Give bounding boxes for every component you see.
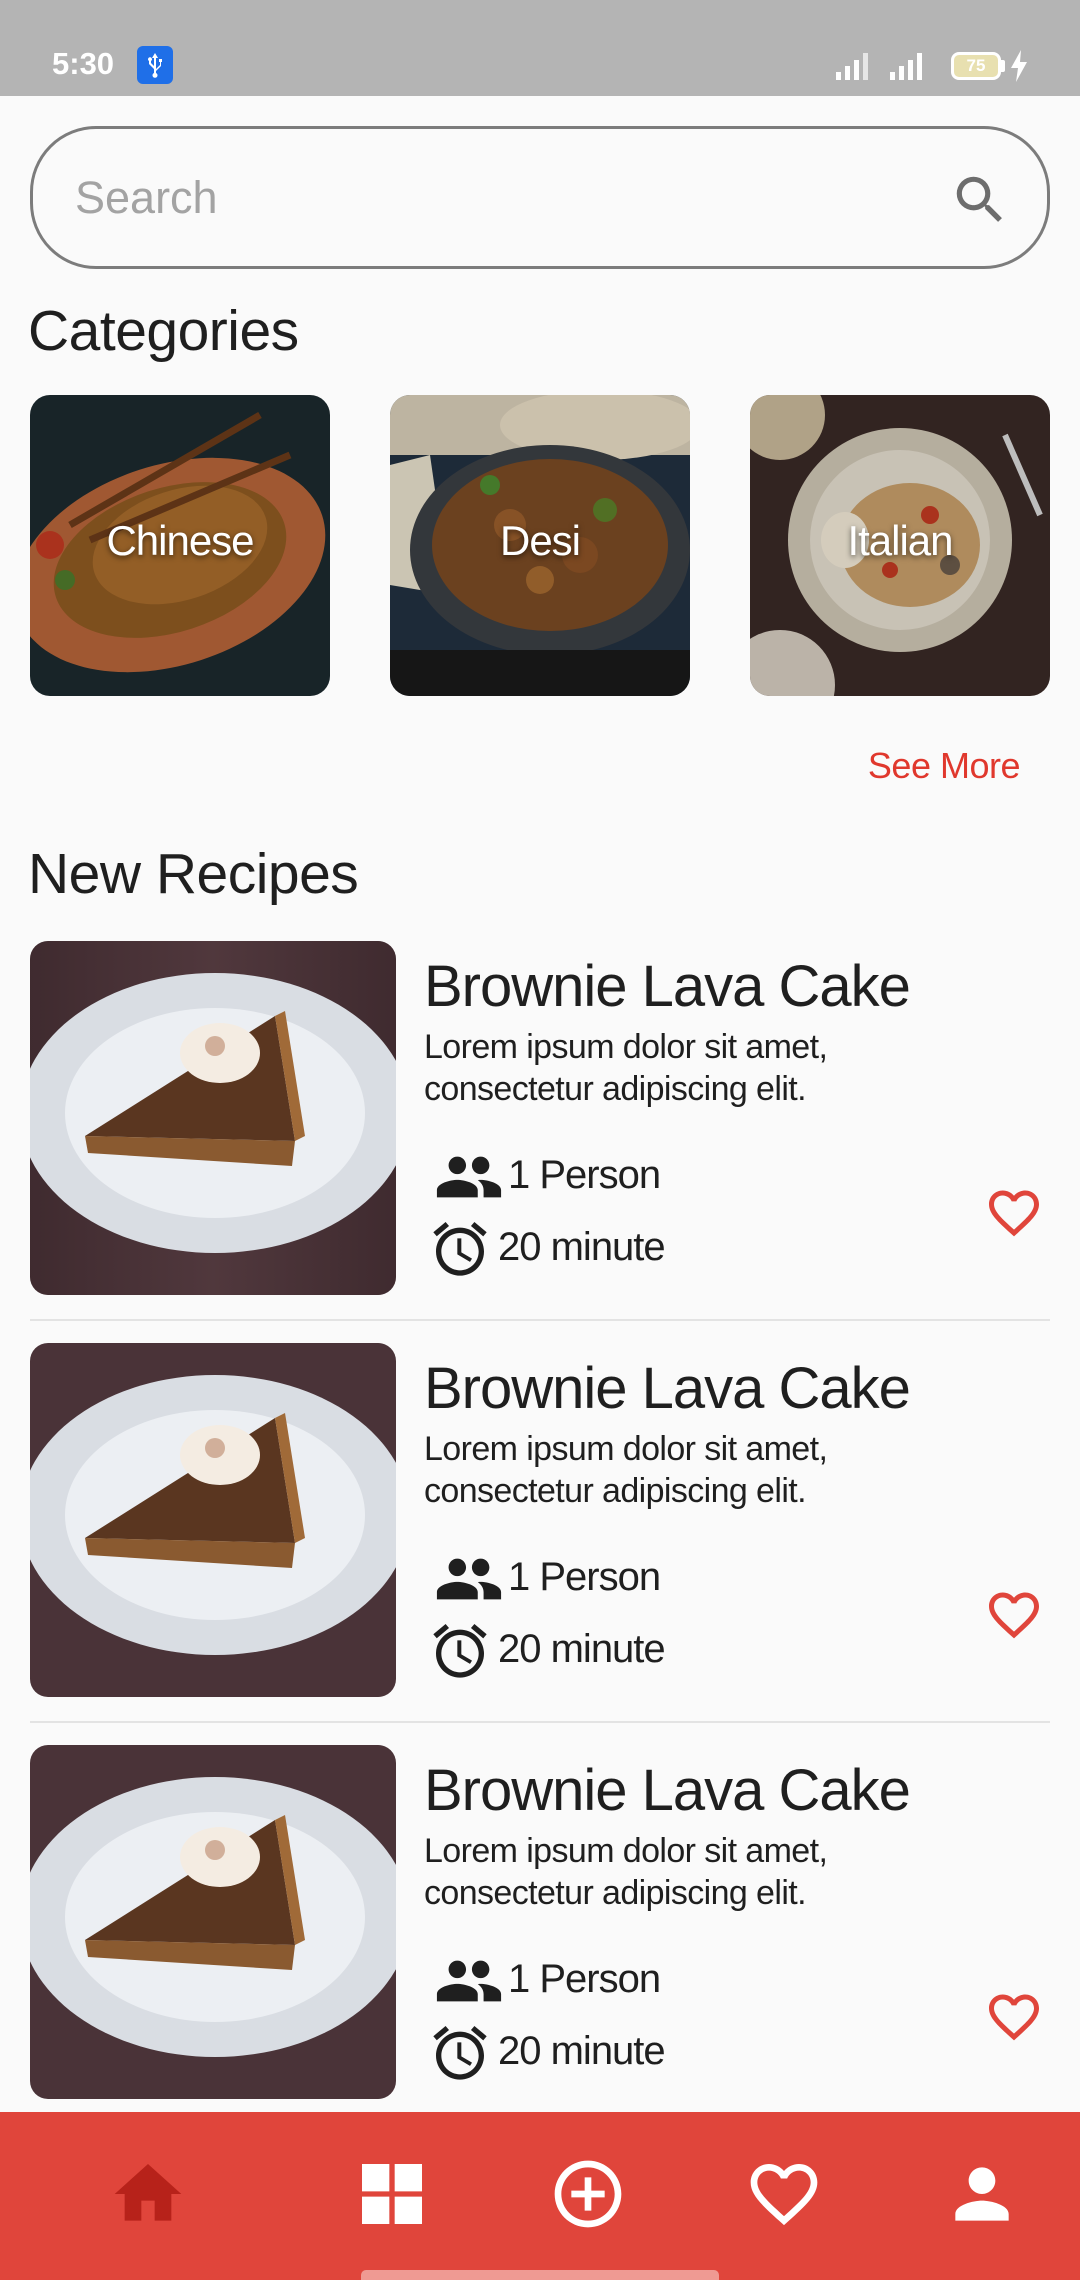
search-input[interactable] bbox=[75, 129, 945, 266]
servings-text: 1 Person bbox=[508, 1153, 661, 1197]
battery-level: 75 bbox=[966, 56, 986, 75]
people-icon bbox=[436, 1156, 502, 1198]
recipe-image bbox=[30, 1343, 396, 1697]
divider bbox=[30, 1319, 1050, 1321]
people-icon bbox=[436, 1558, 502, 1600]
recipe-image bbox=[30, 1745, 396, 2099]
battery-icon: 75 bbox=[951, 52, 1001, 80]
category-label: Desi bbox=[499, 517, 581, 564]
alarm-clock-icon bbox=[433, 1623, 487, 1678]
cook-time-text: 20 minute bbox=[498, 2029, 666, 2073]
person-icon[interactable] bbox=[942, 2154, 1022, 2234]
people-icon bbox=[436, 1960, 502, 2002]
category-card-italian[interactable]: Italian bbox=[750, 395, 1050, 696]
home-icon[interactable] bbox=[108, 2154, 188, 2234]
category-label: Chinese bbox=[106, 517, 254, 564]
recipe-card[interactable]: Brownie Lava Cake Lorem ipsum dolor sit … bbox=[30, 1343, 1050, 1703]
recipe-title: Brownie Lava Cake bbox=[424, 954, 911, 1019]
recipe-description: Lorem ipsum dolor sit amet, consectetur … bbox=[424, 1028, 828, 1108]
recipe-description: Lorem ipsum dolor sit amet, consectetur … bbox=[424, 1430, 828, 1510]
bottom-navigation bbox=[0, 2112, 1080, 2280]
favorite-heart-icon[interactable] bbox=[982, 1987, 1046, 2047]
new-recipes-heading: New Recipes bbox=[28, 842, 359, 906]
search-icon[interactable] bbox=[949, 169, 1011, 231]
see-more-link[interactable]: See More bbox=[860, 745, 1060, 787]
status-bar: 5:30 75 bbox=[0, 0, 1080, 96]
signal-icon bbox=[890, 53, 922, 80]
search-bar[interactable] bbox=[30, 126, 1050, 269]
categories-heading: Categories bbox=[28, 299, 299, 363]
status-time: 5:30 bbox=[52, 46, 115, 81]
heart-icon[interactable] bbox=[744, 2154, 824, 2234]
divider bbox=[30, 1721, 1050, 1723]
cook-time-text: 20 minute bbox=[498, 1627, 666, 1671]
category-label: Italian bbox=[847, 517, 953, 564]
alarm-clock-icon bbox=[433, 2025, 487, 2080]
usb-icon bbox=[137, 46, 173, 84]
alarm-clock-icon bbox=[433, 1221, 487, 1276]
recipe-title: Brownie Lava Cake bbox=[424, 1758, 911, 1823]
recipe-title: Brownie Lava Cake bbox=[424, 1356, 911, 1421]
home-indicator bbox=[361, 2270, 719, 2280]
cook-time-text: 20 minute bbox=[498, 1225, 666, 1269]
servings-text: 1 Person bbox=[508, 1957, 661, 2001]
battery-tip bbox=[1001, 60, 1005, 72]
category-card-chinese[interactable]: Chinese bbox=[30, 395, 330, 696]
category-card-desi[interactable]: Desi bbox=[390, 395, 690, 696]
recipe-card[interactable]: Brownie Lava Cake Lorem ipsum dolor sit … bbox=[30, 1745, 1050, 2105]
recipe-card[interactable]: Brownie Lava Cake Lorem ipsum dolor sit … bbox=[30, 941, 1050, 1301]
favorite-heart-icon[interactable] bbox=[982, 1585, 1046, 1645]
recipe-description: Lorem ipsum dolor sit amet, consectetur … bbox=[424, 1832, 828, 1912]
recipe-image bbox=[30, 941, 396, 1295]
signal-icon bbox=[836, 53, 868, 80]
charging-icon bbox=[1011, 50, 1027, 82]
favorite-heart-icon[interactable] bbox=[982, 1183, 1046, 1243]
servings-text: 1 Person bbox=[508, 1555, 661, 1599]
add-circle-icon[interactable] bbox=[548, 2154, 628, 2234]
grid-icon[interactable] bbox=[352, 2154, 432, 2234]
